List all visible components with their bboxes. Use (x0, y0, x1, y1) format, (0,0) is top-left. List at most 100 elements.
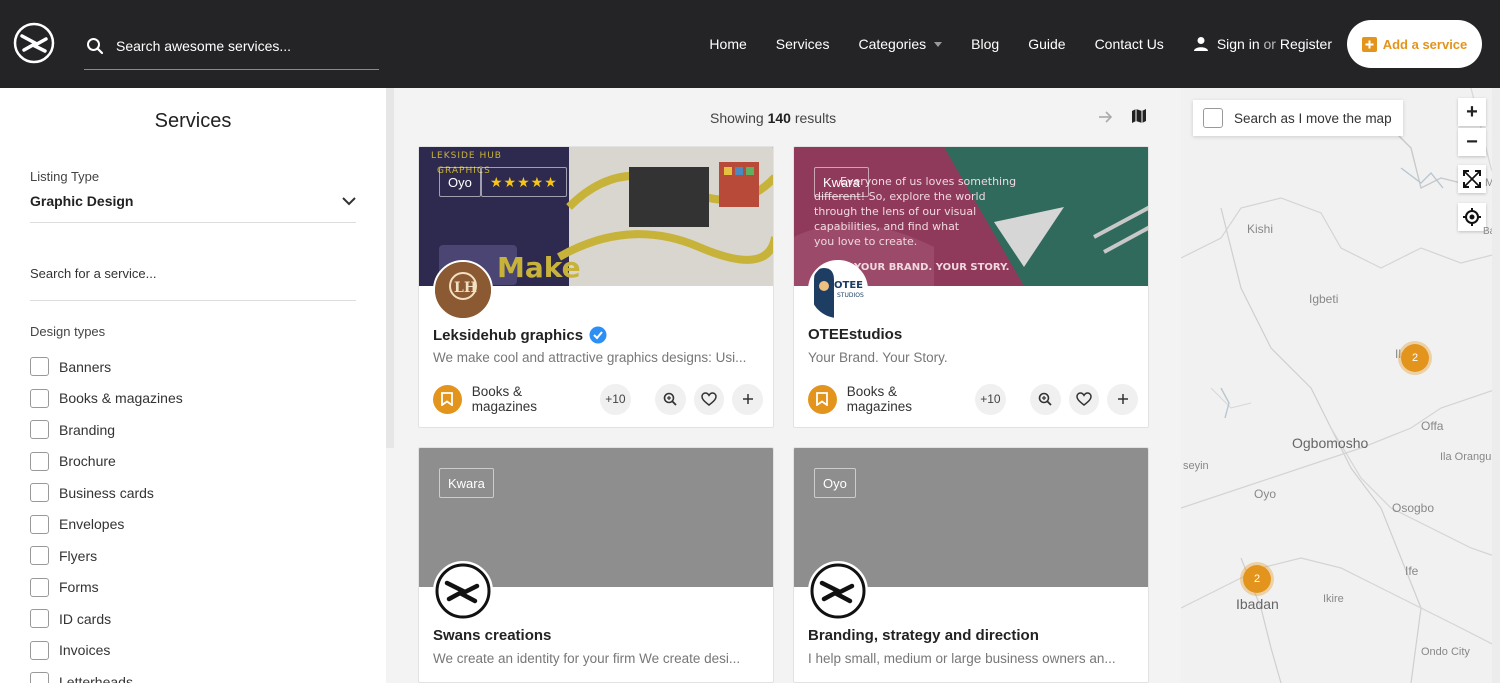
design-type-checkbox[interactable]: Letterheads (30, 666, 183, 683)
search-icon (87, 37, 104, 54)
checkbox[interactable] (1203, 108, 1223, 128)
signin-or: or (1263, 36, 1276, 52)
checkbox[interactable] (30, 357, 49, 377)
arrow-right-icon[interactable] (1097, 109, 1113, 125)
add-service-label: Add a service (1382, 36, 1468, 52)
checkbox[interactable] (30, 451, 49, 471)
add-listing-icon (1361, 36, 1377, 52)
provider-avatar[interactable]: LH (433, 260, 493, 320)
sidebar-title: Services (154, 110, 232, 132)
map-label: Osogbo (1392, 501, 1435, 515)
design-type-checkbox[interactable]: Banners (30, 351, 183, 383)
listing-title[interactable]: Branding, strategy and direction (808, 627, 1039, 644)
quick-view-button[interactable] (1029, 383, 1061, 415)
svg-text:STUDIOS: STUDIOS (837, 292, 864, 299)
map-icon[interactable] (1131, 108, 1147, 124)
more-categories-badge[interactable]: +10 (975, 383, 1006, 415)
design-type-label: ID cards (59, 610, 112, 627)
location-tag[interactable]: Oyo (439, 167, 481, 197)
nav-blog[interactable]: Blog (971, 36, 999, 52)
locate-me-button[interactable] (1458, 203, 1486, 231)
map-cluster-marker[interactable]: 2 (1398, 341, 1432, 375)
location-tag[interactable]: Kwara (439, 468, 494, 498)
svg-text:LH: LH (454, 280, 477, 296)
more-categories-badge[interactable]: +10 (600, 383, 631, 415)
checkbox[interactable] (30, 609, 49, 629)
listing-title[interactable]: OTEEstudios (808, 326, 902, 343)
results-map[interactable]: Search as I move the map + − Kishi Igbet… (1181, 88, 1500, 683)
listing-card[interactable]: Everyone of us loves something different… (793, 146, 1149, 428)
listing-title[interactable]: Leksidehub graphics (433, 326, 607, 344)
zoom-in-button[interactable]: + (1458, 98, 1486, 126)
design-type-checkbox[interactable]: ID cards (30, 603, 183, 635)
design-type-checkbox[interactable]: Flyers (30, 540, 183, 572)
location-tag[interactable]: Kwara (814, 167, 869, 197)
design-type-checkbox[interactable]: Envelopes (30, 509, 183, 541)
listing-card[interactable]: Kwara Swans creations We create an ident… (418, 447, 774, 683)
map-label: Ila Orangun (1440, 451, 1498, 463)
register-label[interactable]: Register (1280, 36, 1332, 52)
banner-text: Make (497, 251, 581, 284)
search-as-move-checkbox[interactable]: Search as I move the map (1193, 100, 1403, 136)
checkbox[interactable] (30, 672, 49, 683)
provider-avatar[interactable]: OTEE STUDIOS (808, 260, 868, 320)
listing-card[interactable]: Oyo Branding, strategy and direction I h… (793, 447, 1149, 683)
service-search-input[interactable]: Search for a service... (30, 266, 356, 301)
checkbox[interactable] (30, 514, 49, 534)
checkbox[interactable] (30, 546, 49, 566)
checkbox[interactable] (30, 388, 49, 408)
design-type-checkbox[interactable]: Business cards (30, 477, 183, 509)
quick-view-button[interactable] (654, 383, 686, 415)
zoom-out-button[interactable]: − (1458, 128, 1486, 156)
nav-guide[interactable]: Guide (1028, 36, 1065, 52)
nav-contact[interactable]: Contact Us (1095, 36, 1164, 52)
add-service-button[interactable]: Add a service (1347, 20, 1482, 68)
listing-category[interactable]: Books & magazines (847, 384, 965, 414)
header-search-placeholder: Search awesome services... (116, 37, 292, 54)
bookmark-icon[interactable] (808, 384, 837, 414)
nav-home[interactable]: Home (709, 36, 746, 52)
page-scrollbar[interactable] (1492, 88, 1500, 683)
favorite-button[interactable] (1068, 383, 1100, 415)
bookmark-icon[interactable] (433, 384, 462, 414)
checkbox[interactable] (30, 640, 49, 660)
design-type-label: Flyers (59, 547, 98, 564)
header-search-input[interactable]: Search awesome services... (84, 22, 379, 70)
map-label: Kishi (1247, 222, 1274, 236)
listing-category[interactable]: Books & magazines (472, 384, 590, 414)
nav-categories[interactable]: Categories (858, 36, 943, 52)
favorite-button[interactable] (693, 383, 725, 415)
listing-card[interactable]: LEKSIDE HUB GRAPHICS Make Oyo ★★★★★ LH L… (418, 146, 774, 428)
signin-link[interactable]: Sign in or Register (1193, 36, 1332, 52)
design-type-label: Banners (59, 358, 112, 375)
design-type-label: Brochure (59, 453, 116, 470)
listing-type-label: Listing Type (30, 169, 100, 184)
main-nav: Home Services Categories Blog Guide Cont… (709, 0, 1500, 88)
sidebar-scrollbar[interactable] (386, 88, 394, 448)
fullscreen-button[interactable] (1458, 165, 1486, 193)
design-type-label: Letterheads (59, 673, 133, 683)
checkbox[interactable] (30, 577, 49, 597)
design-type-checkbox[interactable]: Books & magazines (30, 383, 183, 415)
signin-label[interactable]: Sign in (1217, 36, 1260, 52)
listing-title-text: Swans creations (433, 627, 552, 644)
checkbox[interactable] (30, 483, 49, 503)
map-cluster-marker[interactable]: 2 (1240, 562, 1274, 596)
site-logo[interactable] (13, 22, 55, 64)
design-types-label: Design types (30, 324, 106, 339)
design-type-checkbox[interactable]: Invoices (30, 635, 183, 667)
design-type-checkbox[interactable]: Forms (30, 572, 183, 604)
provider-avatar[interactable] (433, 561, 493, 621)
nav-services[interactable]: Services (776, 36, 830, 52)
listing-type-select[interactable]: Graphic Design (30, 193, 356, 223)
svg-text:OTEE: OTEE (834, 280, 863, 291)
compare-button[interactable] (732, 383, 763, 415)
compare-button[interactable] (1107, 383, 1138, 415)
provider-avatar[interactable] (808, 561, 868, 621)
design-type-checkbox[interactable]: Branding (30, 414, 183, 446)
listing-title[interactable]: Swans creations (433, 627, 551, 644)
location-tag[interactable]: Oyo (814, 468, 856, 498)
banner-text: LEKSIDE HUB (431, 151, 502, 161)
design-type-checkbox[interactable]: Brochure (30, 446, 183, 478)
checkbox[interactable] (30, 420, 49, 440)
